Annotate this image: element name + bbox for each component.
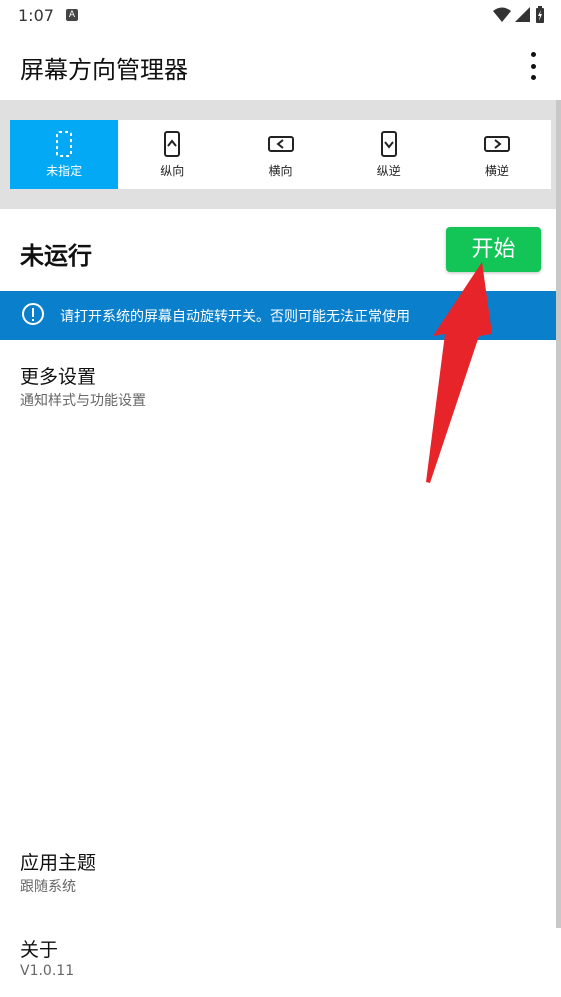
tab-unspecified[interactable]: 未指定 bbox=[10, 120, 119, 189]
tab-label: 横逆 bbox=[484, 164, 509, 178]
status-icons bbox=[493, 6, 545, 24]
tab-label: 纵逆 bbox=[376, 164, 401, 178]
run-status-row: 未运行 开始 bbox=[0, 209, 561, 291]
about-item[interactable]: 关于 V1.0.11 bbox=[0, 935, 561, 985]
battery-charging-icon bbox=[536, 6, 544, 23]
setting-title: 应用主题 bbox=[20, 852, 97, 874]
notice-text: 请打开系统的屏幕自动旋转开关。否则可能无法正常使用 bbox=[60, 309, 410, 325]
scrollbar[interactable] bbox=[556, 100, 561, 928]
setting-subtitle: 跟随系统 bbox=[20, 879, 76, 895]
app-title: 屏幕方向管理器 bbox=[20, 56, 188, 84]
setting-subtitle: V1.0.11 bbox=[20, 963, 75, 979]
wifi-icon bbox=[493, 7, 511, 22]
tab-reverse-landscape[interactable]: 横逆 bbox=[443, 120, 551, 189]
auto-rotate-notice[interactable]: 请打开系统的屏幕自动旋转开关。否则可能无法正常使用 bbox=[0, 291, 561, 340]
portrait-icon bbox=[164, 131, 181, 157]
app-bar: 屏幕方向管理器 bbox=[0, 32, 561, 100]
reverse-portrait-icon bbox=[380, 131, 397, 157]
more-settings-item[interactable]: 更多设置 通知样式与功能设置 bbox=[0, 362, 561, 412]
setting-subtitle: 通知样式与功能设置 bbox=[20, 393, 146, 409]
orientation-tabs: 未指定 纵向 横向 纵逆 横逆 bbox=[10, 120, 551, 189]
info-icon bbox=[22, 303, 44, 325]
tab-label: 未指定 bbox=[46, 164, 83, 178]
signal-icon bbox=[515, 7, 530, 22]
app-theme-item[interactable]: 应用主题 跟随系统 bbox=[0, 848, 561, 898]
setting-title: 关于 bbox=[20, 939, 59, 961]
unspecified-icon bbox=[56, 131, 73, 157]
tab-reverse-portrait[interactable]: 纵逆 bbox=[335, 120, 443, 189]
tab-portrait[interactable]: 纵向 bbox=[118, 120, 226, 189]
landscape-icon bbox=[267, 136, 294, 152]
more-vert-icon[interactable] bbox=[521, 52, 545, 80]
tab-label: 横向 bbox=[268, 164, 293, 178]
reverse-landscape-icon bbox=[483, 136, 510, 152]
status-time: 1:07 bbox=[18, 6, 54, 25]
start-button[interactable]: 开始 bbox=[446, 227, 541, 272]
setting-title: 更多设置 bbox=[20, 366, 97, 388]
tab-landscape[interactable]: 横向 bbox=[226, 120, 334, 189]
notification-badge: A bbox=[66, 9, 78, 21]
tab-label: 纵向 bbox=[160, 164, 185, 178]
status-bar: 1:07 A bbox=[0, 0, 561, 32]
run-status: 未运行 bbox=[20, 242, 92, 270]
